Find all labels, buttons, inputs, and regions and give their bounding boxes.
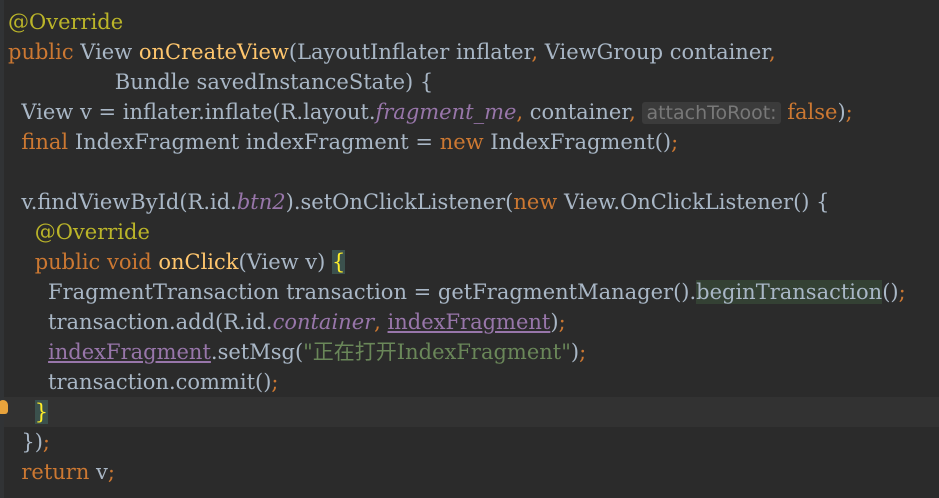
- code-token: ,: [531, 40, 545, 64]
- code-line[interactable]: @Override: [0, 7, 939, 37]
- code-token: ;: [845, 100, 853, 124]
- code-line[interactable]: }: [0, 397, 939, 427]
- code-token: new: [513, 190, 564, 214]
- code-token: ;: [898, 280, 906, 304]
- code-token: beginTransaction: [696, 280, 883, 304]
- code-token: FragmentTransaction transaction = getFra…: [8, 280, 697, 304]
- code-line[interactable]: Bundle savedInstanceState) {: [0, 67, 939, 97]
- code-token: public void: [34, 250, 159, 274]
- code-token: }: [34, 400, 49, 424]
- code-token: ;: [579, 340, 587, 364]
- code-token: View.OnClickListener() {: [563, 190, 830, 214]
- code-token: ,: [516, 100, 530, 124]
- code-token: (LayoutInflater inflater: [288, 40, 532, 64]
- code-token: View v = inflater.inflate(R.layout.: [8, 100, 376, 124]
- code-token: ;: [107, 460, 115, 484]
- code-token: new: [439, 130, 491, 154]
- code-token: ).setOnClickListener(: [285, 190, 514, 214]
- code-token: ,: [629, 100, 643, 124]
- code-token: indexFragment: [387, 310, 551, 334]
- code-line[interactable]: v.findViewById(R.id.btn2).setOnClickList…: [0, 187, 939, 217]
- code-line[interactable]: return v;: [0, 457, 939, 487]
- code-token: indexFragment: [48, 340, 211, 364]
- code-token: ;: [271, 370, 279, 394]
- lightbulb-icon[interactable]: [0, 400, 8, 414]
- code-token: .setMsg(: [210, 340, 304, 364]
- code-token: @Override: [34, 220, 150, 244]
- code-token: View: [80, 40, 139, 64]
- code-token: ): [570, 340, 580, 364]
- code-token: }): [8, 430, 43, 454]
- code-token: ;: [558, 310, 566, 334]
- code-token: fragment_me: [375, 100, 517, 124]
- code-token: IndexFragment indexFragment =: [74, 130, 440, 154]
- code-token: ,: [769, 40, 776, 64]
- code-token: final: [21, 130, 75, 154]
- code-token: IndexFragment(): [490, 130, 672, 154]
- code-line[interactable]: });: [0, 427, 939, 457]
- code-line[interactable]: public void onClick(View v) {: [0, 247, 939, 277]
- code-token: transaction.add(R.id.: [8, 310, 273, 334]
- code-token: public: [8, 40, 81, 64]
- code-line[interactable]: indexFragment.setMsg("正在打开IndexFragment"…: [0, 337, 939, 367]
- code-token: false: [787, 100, 838, 124]
- code-token: v.findViewById(R.id.: [8, 190, 237, 214]
- code-token: ;: [671, 130, 679, 154]
- code-token: Bundle savedInstanceState) {: [8, 70, 434, 94]
- code-token: {: [332, 250, 346, 274]
- code-token: (View v): [238, 250, 332, 274]
- parameter-hint: attachToRoot:: [642, 102, 781, 124]
- code-token: "正在打开IndexFragment": [303, 340, 571, 364]
- code-line[interactable]: transaction.commit();: [0, 367, 939, 397]
- code-line[interactable]: final IndexFragment indexFragment = new …: [0, 127, 939, 157]
- code-editor[interactable]: return v; }); } transaction.commit(); in…: [0, 0, 939, 498]
- code-token: container: [272, 310, 375, 334]
- code-line[interactable]: FragmentTransaction transaction = getFra…: [0, 277, 939, 307]
- code-token: container: [529, 100, 630, 124]
- code-token: v: [96, 460, 108, 484]
- code-line[interactable]: @Override: [0, 217, 939, 247]
- code-token: onCreateView: [138, 40, 289, 64]
- code-token: @Override: [8, 10, 124, 34]
- code-token: ,: [374, 310, 388, 334]
- code-token: ): [550, 310, 559, 334]
- code-line[interactable]: View v = inflater.inflate(R.layout.fragm…: [0, 97, 939, 127]
- code-token: ): [837, 100, 846, 124]
- code-token: ;: [42, 430, 50, 454]
- code-token: transaction.commit(): [8, 370, 272, 394]
- gutter: [0, 0, 4, 498]
- code-token: ViewGroup container: [544, 40, 769, 64]
- code-line[interactable]: transaction.add(R.id.container, indexFra…: [0, 307, 939, 337]
- code-token: btn2: [236, 190, 286, 214]
- code-token: return: [21, 460, 97, 484]
- code-line[interactable]: public View onCreateView(LayoutInflater …: [0, 37, 939, 67]
- code-line[interactable]: [0, 157, 939, 187]
- code-token: onClick: [158, 250, 239, 274]
- code-token: (): [882, 280, 899, 304]
